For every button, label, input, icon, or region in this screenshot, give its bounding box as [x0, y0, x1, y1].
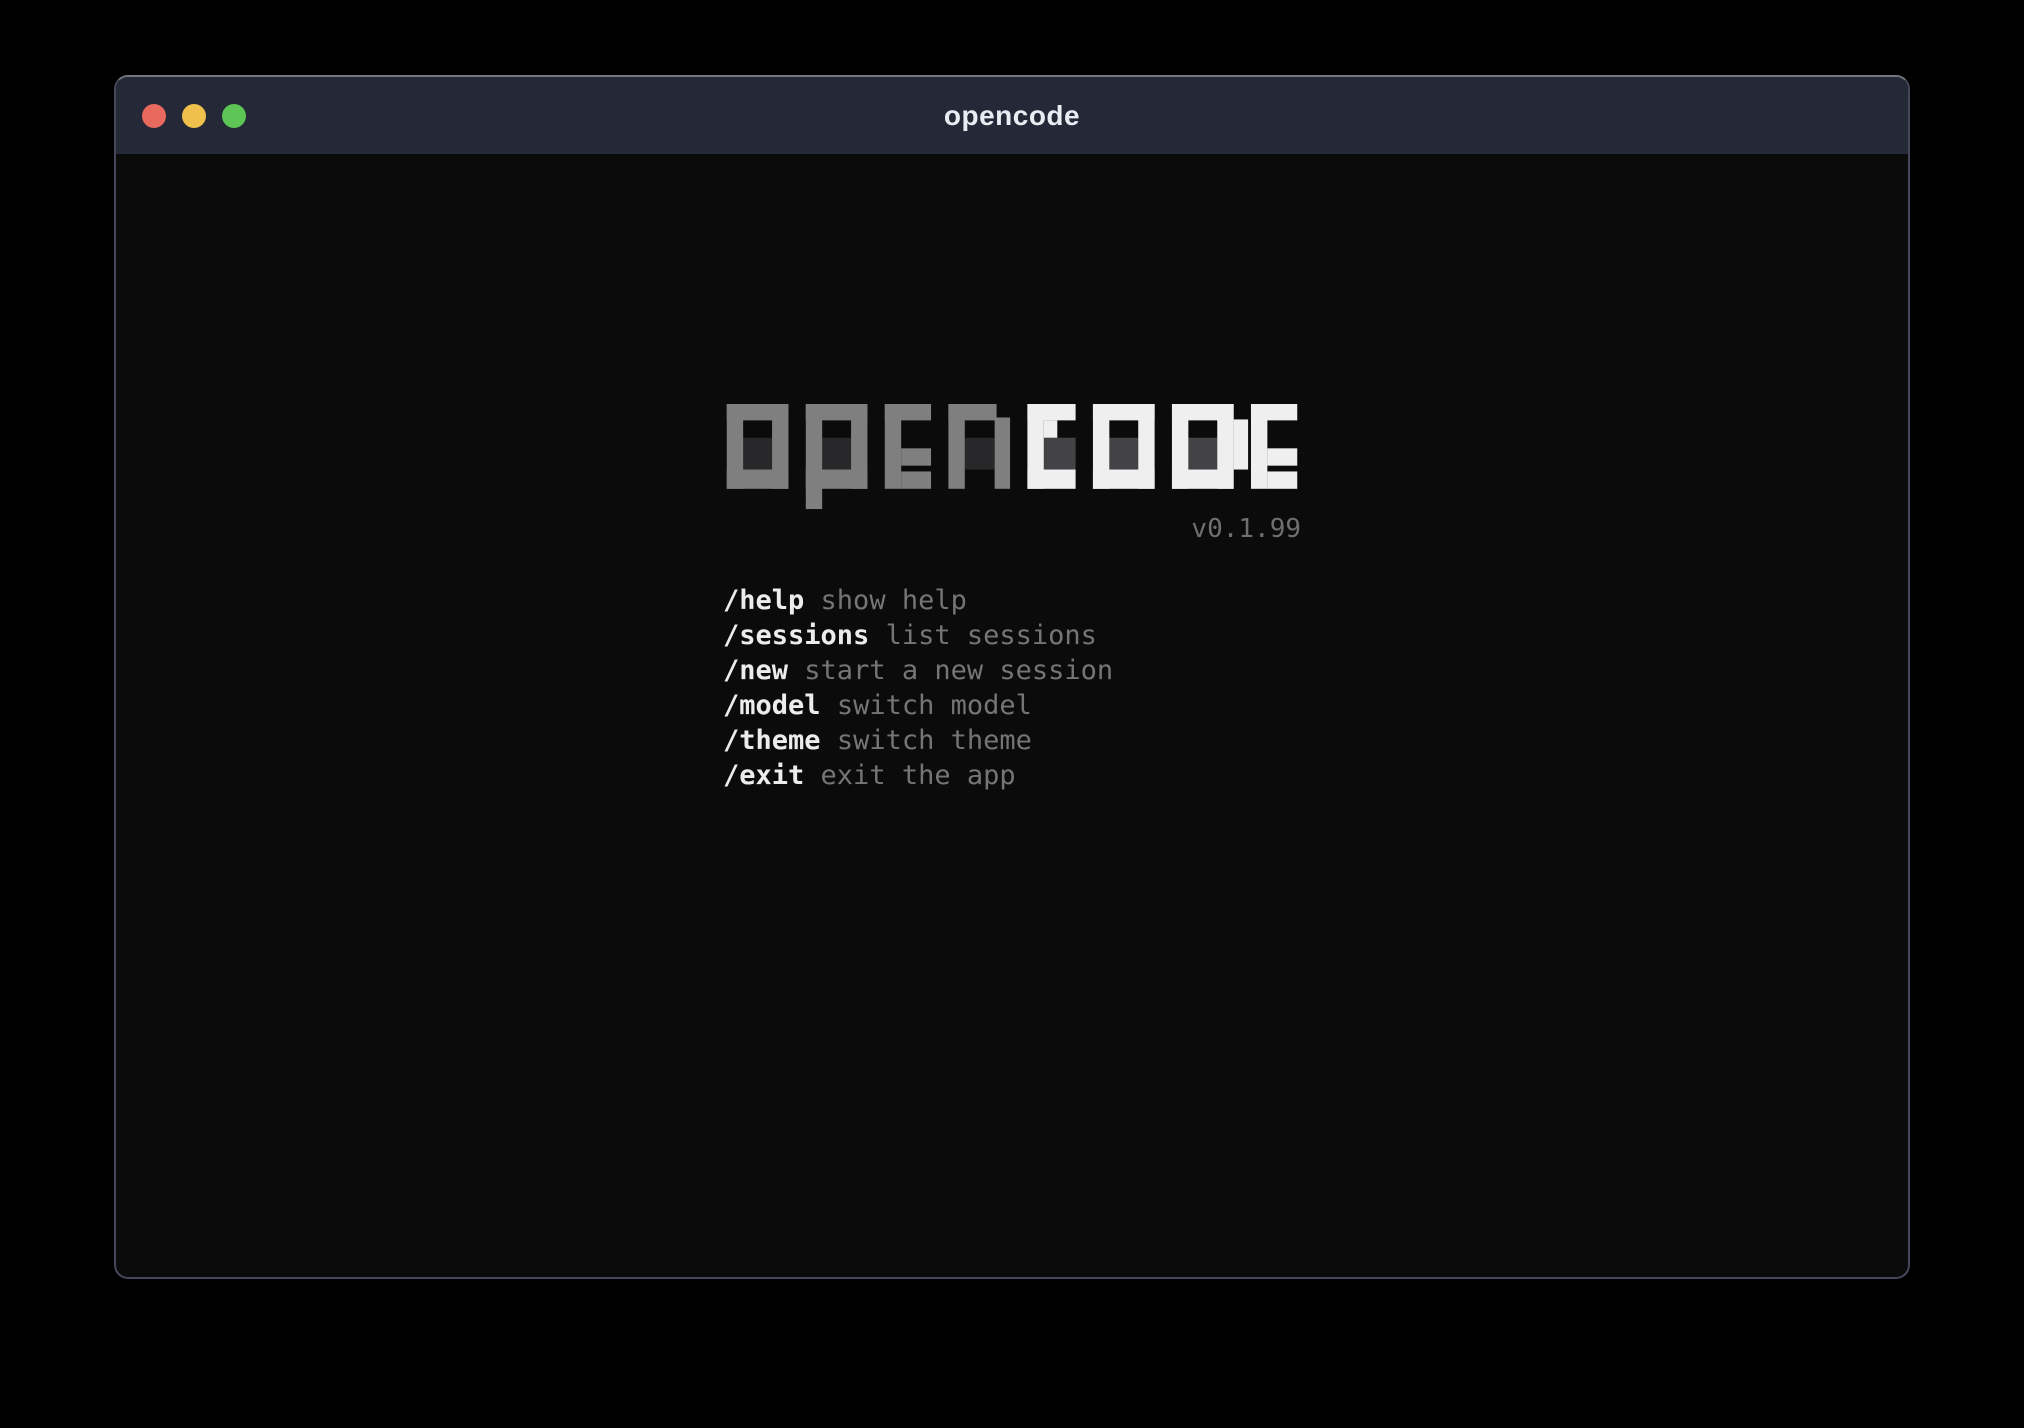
- window-titlebar: opencode: [116, 77, 1908, 154]
- close-button[interactable]: [142, 104, 166, 128]
- command-row: /help show help: [723, 583, 1301, 618]
- hero-section: v0.1.99 /help show help /sessions list s…: [723, 404, 1301, 793]
- minimize-button[interactable]: [182, 104, 206, 128]
- zoom-button[interactable]: [222, 104, 246, 128]
- command-row: /theme switch theme: [723, 723, 1301, 758]
- command-list: /help show help /sessions list sessions …: [723, 583, 1301, 793]
- command-name: /help: [723, 585, 804, 616]
- command-name: /theme: [723, 725, 821, 756]
- app-window: opencode v0.1.99 /help show help /sessio…: [114, 75, 1910, 1279]
- window-title: opencode: [944, 100, 1080, 132]
- terminal-content: v0.1.99 /help show help /sessions list s…: [116, 404, 1908, 1279]
- command-row: /model switch model: [723, 688, 1301, 723]
- command-row: /new start a new session: [723, 653, 1301, 688]
- opencode-logo: [723, 404, 1301, 510]
- command-description: switch theme: [837, 725, 1032, 756]
- command-description: list sessions: [886, 620, 1097, 651]
- command-row: /exit exit the app: [723, 758, 1301, 793]
- command-name: /model: [723, 690, 821, 721]
- command-description: switch model: [837, 690, 1032, 721]
- version-label: v0.1.99: [723, 514, 1301, 545]
- command-name: /exit: [723, 760, 804, 791]
- command-name: /new: [723, 655, 788, 686]
- traffic-lights: [142, 77, 246, 154]
- command-description: show help: [821, 585, 967, 616]
- command-description: start a new session: [804, 655, 1113, 686]
- command-row: /sessions list sessions: [723, 618, 1301, 653]
- command-name: /sessions: [723, 620, 869, 651]
- command-description: exit the app: [821, 760, 1016, 791]
